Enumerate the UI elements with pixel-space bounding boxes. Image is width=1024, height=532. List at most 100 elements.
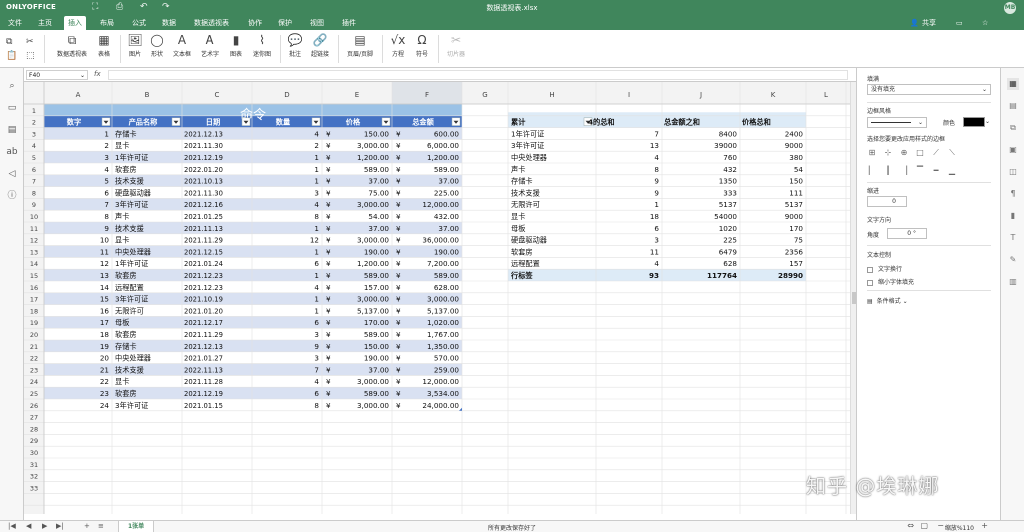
function-icon[interactable]: fx	[94, 70, 101, 78]
tab-protection[interactable]: 保护	[274, 16, 296, 30]
info-icon[interactable]: ⓘ	[6, 190, 18, 202]
cell-total: 1,200.00	[427, 153, 459, 162]
border-style-select[interactable]: ⌄	[867, 117, 927, 128]
cell-quantity: 3	[314, 188, 319, 197]
fill-select[interactable]: 没有填充 ⌄	[867, 84, 991, 95]
slicer-icon: ✂	[450, 33, 462, 47]
slicer-button[interactable]: ✂ 切片器	[442, 33, 470, 58]
paragraph-settings-icon[interactable]: ¶	[1007, 188, 1019, 200]
cell-quantity: 1	[314, 306, 319, 315]
border-inner-vertical-icon[interactable]: ┃	[883, 166, 893, 175]
cell-price: 589.00	[364, 165, 390, 174]
slicer-settings-icon[interactable]: ▥	[1007, 276, 1019, 288]
table-button[interactable]: ▦ 表格	[92, 33, 116, 58]
sparkline-button[interactable]: ⌇ 迷你图	[248, 33, 276, 58]
formula-input[interactable]	[108, 70, 848, 80]
border-diagonal-down-icon[interactable]: ⟍	[947, 148, 957, 158]
feedback-icon[interactable]: ◁	[6, 168, 18, 180]
pivot-total-label: 行标签	[510, 271, 533, 280]
currency-symbol: ¥	[326, 389, 331, 398]
cell-date: 2021.11.29	[184, 331, 223, 339]
border-right-icon[interactable]: ▕	[899, 166, 909, 175]
shape-settings-icon[interactable]: ◫	[1007, 166, 1019, 178]
border-top-icon[interactable]: ▔	[915, 166, 925, 175]
cells-canvas[interactable]: A B C D E F G H I J K L1234567891011121314151617181…	[24, 82, 850, 514]
row-header: 25	[30, 390, 38, 398]
shrink-to-fit-checkbox[interactable]: 缩小字体填充	[867, 277, 914, 286]
currency-symbol: ¥	[326, 365, 331, 374]
table-header: 数量	[276, 118, 291, 127]
fit-page-icon[interactable]: ▢	[920, 521, 928, 530]
tab-home[interactable]: 主页	[34, 16, 56, 30]
comments-icon[interactable]: ▭	[6, 102, 18, 114]
tab-pivot-table[interactable]: 数据透视表	[190, 16, 233, 30]
textbox-button[interactable]: A 文本框	[168, 33, 196, 58]
cell-number: 16	[100, 306, 110, 315]
avatar[interactable]: MB	[1004, 2, 1016, 14]
angle-spinner[interactable]: 0 °	[887, 228, 927, 239]
search-icon[interactable]: ⌕	[6, 80, 18, 92]
table-settings-icon[interactable]: ▤	[1007, 100, 1019, 112]
tab-view[interactable]: 视图	[306, 16, 328, 30]
chart-icon: ▮	[232, 33, 240, 47]
cell-number: 6	[104, 188, 109, 197]
cell-settings-icon[interactable]: ▦	[1007, 78, 1019, 90]
border-color-swatch[interactable]	[963, 117, 985, 127]
cell-total: 1,020.00	[427, 318, 459, 327]
favorite-icon[interactable]: ☆	[982, 16, 988, 30]
tab-insert[interactable]: 插入	[64, 16, 86, 30]
zoom-out-icon[interactable]: −	[937, 521, 944, 530]
equation-button[interactable]: √x 方程	[386, 33, 410, 58]
border-left-icon[interactable]: ▏	[867, 166, 877, 175]
border-center-icon[interactable]: ⊕	[899, 148, 909, 157]
border-diagonal-up-icon[interactable]: ⟋	[931, 148, 941, 158]
cell-number: 18	[100, 330, 110, 339]
shape-button[interactable]: ◯ 形状	[146, 33, 168, 58]
conditional-format-button[interactable]: ▤ 条件格式 ⌄	[867, 296, 908, 305]
tab-plugins[interactable]: 插件	[338, 16, 360, 30]
zoom-in-icon[interactable]: +	[981, 521, 988, 530]
chart-settings-icon[interactable]: ▮	[1007, 210, 1019, 222]
header-footer-button[interactable]: ▤ 页眉/页脚	[342, 33, 378, 58]
signature-settings-icon[interactable]: ✎	[1007, 254, 1019, 266]
chat-icon[interactable]: ▤	[6, 124, 18, 136]
border-inner-icon[interactable]: ⊹	[883, 148, 893, 157]
share-button[interactable]: 共享	[922, 16, 936, 30]
pivot-table-button[interactable]: ⧉ 数据透视表	[50, 33, 94, 58]
wrap-text-checkbox[interactable]: 文字换行	[867, 264, 902, 273]
chevron-down-icon[interactable]: ⌄	[985, 118, 990, 125]
spreadsheet-grid[interactable]: A B C D E F G H I J K L 1 2 3 4 5 6 7 8 9 10 11 12 13 14 15 16 17 18 1…	[24, 82, 850, 514]
tab-formula[interactable]: 公式	[128, 16, 150, 30]
hyperlink-button[interactable]: 🔗 超链接	[306, 33, 334, 58]
symbol-button[interactable]: Ω 符号	[410, 33, 434, 58]
pivot-settings-icon[interactable]: ⧉	[1007, 122, 1019, 134]
cell-price: 589.00	[364, 271, 390, 280]
tab-layout[interactable]: 布局	[96, 16, 118, 30]
cell-total: 3,534.00	[427, 389, 459, 398]
select-all-icon[interactable]: ⬚	[26, 49, 35, 65]
tab-data[interactable]: 数据	[158, 16, 180, 30]
comment-button[interactable]: 💬 批注	[284, 33, 306, 58]
border-outer-icon[interactable]: □	[915, 148, 925, 157]
image-button[interactable]: 🖼 图片	[124, 33, 146, 58]
border-inner-horizontal-icon[interactable]: ━	[931, 166, 941, 175]
tab-file[interactable]: 文件	[4, 16, 26, 30]
share-icon[interactable]: 👤	[910, 16, 919, 30]
indent-spinner[interactable]: 0	[867, 196, 907, 207]
name-box[interactable]: F40 ⌄	[26, 70, 88, 80]
cell-product: 母板	[115, 318, 129, 327]
image-settings-icon[interactable]: ▣	[1007, 144, 1019, 156]
cell-date: 2022.11.13	[184, 366, 223, 374]
spellcheck-icon[interactable]: ab	[6, 146, 18, 158]
border-bottom-icon[interactable]: ▁	[947, 166, 957, 175]
open-location-icon[interactable]: ▭	[956, 16, 963, 30]
fit-width-icon[interactable]: ⇔	[907, 521, 914, 530]
text-art-button[interactable]: Ꭺ 艺术字	[196, 33, 224, 58]
chart-button[interactable]: ▮ 图表	[224, 33, 248, 58]
border-all-icon[interactable]: ⊞	[867, 148, 877, 157]
row-header: 30	[30, 449, 38, 457]
text-art-settings-icon[interactable]: T	[1007, 232, 1019, 244]
cell-number: 11	[100, 247, 109, 256]
paste-icon[interactable]: 📋	[6, 49, 17, 65]
tab-collaboration[interactable]: 协作	[244, 16, 266, 30]
